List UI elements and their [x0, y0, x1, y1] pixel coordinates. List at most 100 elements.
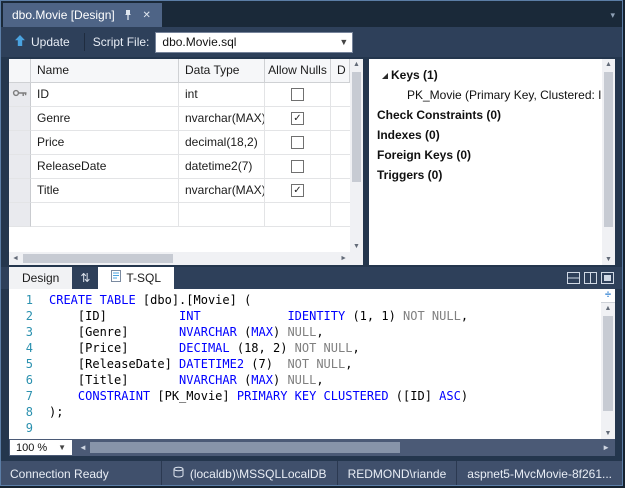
code-text[interactable]: [ReleaseDate] DATETIME2 (7) NOT NULL,	[49, 356, 352, 372]
cell-empty[interactable]	[265, 203, 331, 227]
code-line: 7 CONSTRAINT [PK_Movie] PRIMARY KEY CLUS…	[9, 388, 601, 404]
properties-vertical-scrollbar[interactable]: ▲ ▼	[602, 59, 615, 265]
cell-empty[interactable]	[31, 203, 179, 227]
code-text[interactable]: [Price] DECIMAL (18, 2) NOT NULL,	[49, 340, 360, 356]
scroll-down-icon[interactable]: ▼	[602, 256, 615, 263]
swap-panes-icon[interactable]: ⇅	[72, 267, 98, 289]
column-header-d[interactable]: D	[331, 59, 350, 83]
code-text[interactable]: CONSTRAINT [PK_Movie] PRIMARY KEY CLUSTE…	[49, 388, 468, 404]
grid-corner-cell[interactable]	[9, 59, 31, 83]
column-header-allow-nulls[interactable]: Allow Nulls	[265, 59, 331, 83]
cell-name[interactable]: Price	[31, 131, 179, 155]
cell-name[interactable]: ReleaseDate	[31, 155, 179, 179]
allow-nulls-checkbox[interactable]	[291, 136, 304, 149]
tree-item[interactable]: Keys (1)	[369, 65, 602, 85]
allow-nulls-checkbox[interactable]: ✓	[291, 184, 304, 197]
split-pane-icon[interactable]	[567, 272, 580, 284]
editor-vertical-scrollbar[interactable]: ÷ ▲ ▼	[601, 289, 615, 439]
update-label: Update	[31, 35, 70, 49]
table-row[interactable]: Titlenvarchar(MAX) ✓	[9, 179, 350, 203]
tree-item[interactable]: PK_Movie (Primary Key, Clustered: I	[369, 85, 602, 105]
document-tab[interactable]: dbo.Movie [Design] ✕	[3, 3, 162, 27]
code-text[interactable]: );	[49, 404, 63, 420]
pin-icon[interactable]	[122, 9, 134, 21]
cell-empty[interactable]	[179, 203, 265, 227]
row-selector[interactable]	[9, 83, 31, 107]
chevron-down-icon[interactable]: ▼	[335, 37, 352, 47]
grid-header-row: NameData TypeAllow NullsD	[9, 59, 350, 83]
tab-design[interactable]: Design	[9, 267, 72, 289]
allow-nulls-checkbox[interactable]	[291, 88, 304, 101]
code-text[interactable]: [ID] INT IDENTITY (1, 1) NOT NULL,	[49, 308, 468, 324]
tree-item[interactable]: Triggers (0)	[369, 165, 602, 185]
cell-data-type[interactable]: decimal(18,2)	[179, 131, 265, 155]
cell-default[interactable]	[331, 155, 350, 179]
line-number: 2	[9, 308, 49, 324]
code-text[interactable]: [Genre] NVARCHAR (MAX) NULL,	[49, 324, 324, 340]
editor-horizontal-scrollbar[interactable]: ◄ ►	[76, 440, 613, 455]
tree-item-label: Check Constraints (0)	[377, 105, 501, 125]
scroll-down-icon[interactable]: ▼	[601, 430, 615, 437]
column-header-data-type[interactable]: Data Type	[179, 59, 265, 83]
tree-item[interactable]: Foreign Keys (0)	[369, 145, 602, 165]
scroll-up-icon[interactable]: ▲	[601, 305, 615, 312]
zoom-control[interactable]: 100 % ▼	[10, 440, 72, 455]
split-window-handle[interactable]: ÷	[601, 289, 615, 303]
cell-data-type[interactable]: nvarchar(MAX)	[179, 107, 265, 131]
primary-key-icon	[12, 83, 28, 106]
cell-name[interactable]: Genre	[31, 107, 179, 131]
tree-item[interactable]: Indexes (0)	[369, 125, 602, 145]
document-list-dropdown-icon[interactable]: ▾	[610, 10, 615, 21]
zoom-value: 100 %	[16, 442, 47, 454]
tree-item[interactable]: Check Constraints (0)	[369, 105, 602, 125]
scroll-down-icon[interactable]: ▼	[350, 243, 363, 250]
code-line: 1CREATE TABLE [dbo].[Movie] (	[9, 292, 601, 308]
cell-data-type[interactable]: nvarchar(MAX)	[179, 179, 265, 203]
column-header-name[interactable]: Name	[31, 59, 179, 83]
scroll-right-icon[interactable]: ►	[602, 440, 610, 455]
row-selector[interactable]	[9, 155, 31, 179]
script-file-combobox[interactable]: dbo.Movie.sql ▼	[155, 32, 353, 53]
cell-default[interactable]	[331, 179, 350, 203]
table-row[interactable]: Genrenvarchar(MAX) ✓	[9, 107, 350, 131]
line-number: 4	[9, 340, 49, 356]
tsql-file-icon	[111, 267, 121, 289]
database-icon	[172, 466, 185, 482]
grid-vertical-scrollbar[interactable]: ▲ ▼	[350, 59, 363, 252]
cell-data-type[interactable]: datetime2(7)	[179, 155, 265, 179]
tab-tsql[interactable]: T-SQL	[98, 267, 174, 289]
allow-nulls-checkbox[interactable]: ✓	[291, 112, 304, 125]
scroll-right-icon[interactable]: ►	[340, 252, 347, 265]
scroll-left-icon[interactable]: ◄	[12, 252, 19, 265]
cell-default[interactable]	[331, 83, 350, 107]
scroll-up-icon[interactable]: ▲	[350, 61, 363, 68]
maximize-pane-icon[interactable]	[601, 272, 614, 284]
update-button[interactable]: Update	[5, 30, 79, 54]
tab-design-label: Design	[22, 267, 59, 289]
table-row-new[interactable]	[9, 203, 350, 227]
row-selector[interactable]	[9, 107, 31, 131]
row-selector[interactable]	[9, 203, 31, 227]
expander-icon[interactable]	[377, 71, 391, 80]
chevron-down-icon[interactable]: ▼	[58, 443, 66, 452]
cell-name[interactable]: ID	[31, 83, 179, 107]
code-text[interactable]: CREATE TABLE [dbo].[Movie] (	[49, 292, 251, 308]
allow-nulls-checkbox[interactable]	[291, 160, 304, 173]
table-row[interactable]: ReleaseDatedatetime2(7)	[9, 155, 350, 179]
cell-default[interactable]	[331, 107, 350, 131]
close-icon[interactable]: ✕	[141, 9, 153, 21]
table-row[interactable]: Pricedecimal(18,2)	[9, 131, 350, 155]
swap-layout-icon[interactable]	[584, 272, 597, 284]
grid-horizontal-scrollbar[interactable]: ◄ ►	[9, 252, 350, 265]
code-text[interactable]: [Title] NVARCHAR (MAX) NULL,	[49, 372, 324, 388]
table-row[interactable]: IDint	[9, 83, 350, 107]
cell-empty[interactable]	[331, 203, 350, 227]
tsql-editor[interactable]: 1CREATE TABLE [dbo].[Movie] (2 [ID] INT …	[9, 289, 615, 439]
cell-data-type[interactable]: int	[179, 83, 265, 107]
cell-default[interactable]	[331, 131, 350, 155]
scroll-up-icon[interactable]: ▲	[602, 61, 615, 68]
row-selector[interactable]	[9, 179, 31, 203]
scroll-left-icon[interactable]: ◄	[79, 440, 87, 455]
cell-name[interactable]: Title	[31, 179, 179, 203]
row-selector[interactable]	[9, 131, 31, 155]
